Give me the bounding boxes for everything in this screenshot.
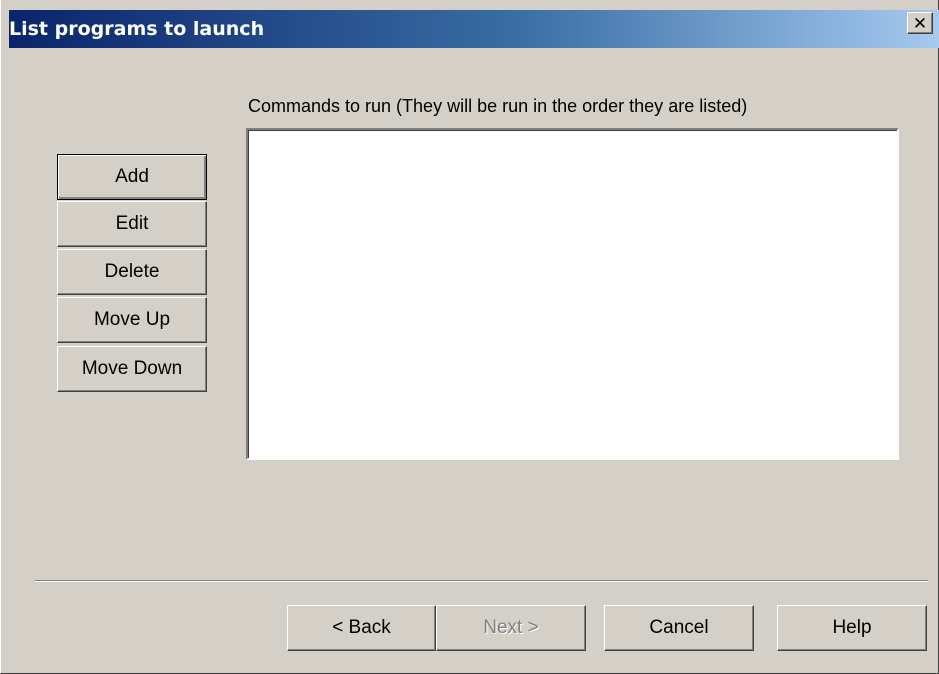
- footer-separator: [35, 580, 928, 582]
- title-bar: List programs to launch: [9, 10, 939, 48]
- commands-listbox[interactable]: [246, 128, 899, 460]
- wizard-dialog: List programs to launch ✕ Commands to ru…: [0, 0, 939, 674]
- next-button[interactable]: Next >: [436, 605, 586, 651]
- edit-button[interactable]: Edit: [57, 201, 207, 247]
- move-down-button[interactable]: Move Down: [57, 346, 207, 392]
- close-icon: ✕: [912, 13, 928, 33]
- close-button[interactable]: ✕: [907, 12, 933, 34]
- delete-button[interactable]: Delete: [57, 249, 207, 295]
- add-button[interactable]: Add: [57, 154, 207, 200]
- cancel-button[interactable]: Cancel: [604, 605, 754, 651]
- help-button[interactable]: Help: [777, 605, 927, 651]
- window-title: List programs to launch: [9, 18, 265, 40]
- move-up-button[interactable]: Move Up: [57, 297, 207, 343]
- commands-list-label: Commands to run (They will be run in the…: [248, 96, 748, 116]
- back-button[interactable]: < Back: [287, 605, 436, 651]
